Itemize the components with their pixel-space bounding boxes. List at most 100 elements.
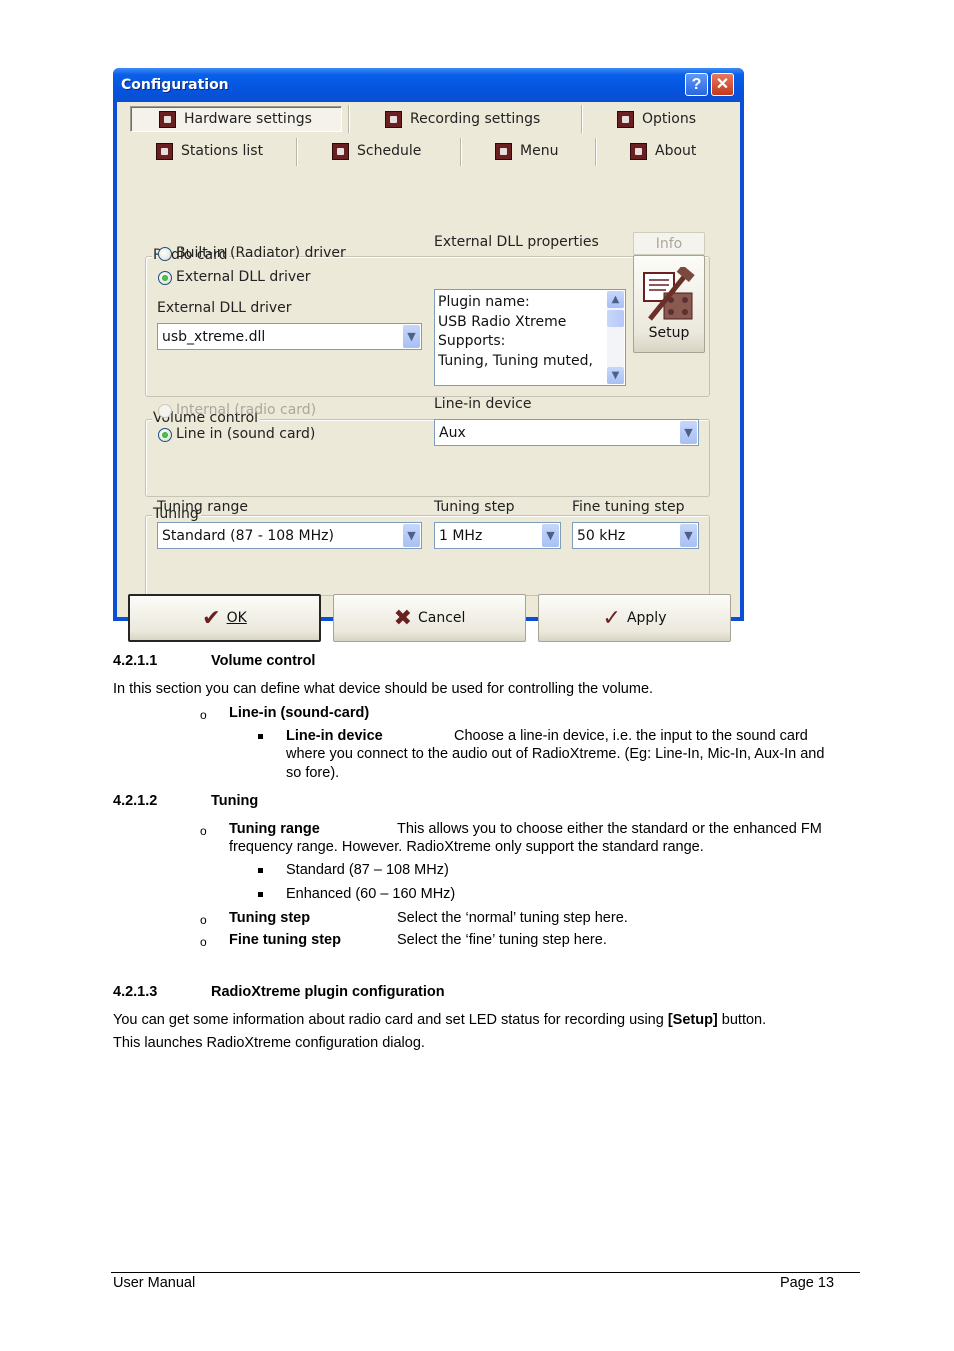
scroll-up-icon[interactable]: ▲ [607, 291, 624, 308]
definition-text: frequency range. However. RadioXtreme on… [229, 839, 704, 855]
scroll-thumb[interactable] [607, 310, 624, 327]
section-number: 4.2.1.3 [113, 984, 158, 1000]
tab-recording-settings[interactable]: Recording settings [385, 106, 540, 132]
line-in-device-select[interactable]: Aux ▼ [434, 419, 699, 446]
checkmark-icon: ✓ [602, 605, 621, 631]
line-in-volume-radio[interactable] [158, 428, 172, 442]
setup-reference: [Setup] [667, 1012, 718, 1028]
footer-divider [111, 1272, 860, 1273]
property-line: USB Radio Xtreme [438, 313, 567, 330]
broadcast-icon [630, 142, 647, 160]
internal-volume-radio[interactable] [158, 404, 172, 418]
tab-label: Recording settings [410, 111, 541, 127]
tab-label: About [655, 143, 697, 159]
title-bar[interactable]: Configuration ? ✕ [113, 68, 744, 102]
help-button[interactable]: ? [685, 73, 708, 96]
section-heading: RadioXtreme plugin configuration [211, 984, 445, 1000]
section-number: 4.2.1.2 [113, 793, 158, 809]
tab-divider [581, 105, 583, 133]
list-item: Standard (87 – 108 MHz) [286, 862, 449, 878]
tuning-range-value: Standard (87 - 108 MHz) [162, 528, 334, 544]
definition-text: This allows you to choose either the sta… [397, 821, 822, 837]
list-item-title: Line-in (sound-card) [229, 705, 370, 721]
tab-about[interactable]: About [630, 138, 696, 164]
computer-icon [617, 110, 634, 128]
checkmark-icon: ✔ [202, 605, 221, 631]
fine-tuning-step-label: Fine tuning step [572, 499, 685, 515]
tuning-step-select[interactable]: 1 MHz ▼ [434, 522, 561, 549]
definition-text: where you connect to the audio out of Ra… [286, 746, 825, 762]
property-line: Supports: [438, 333, 506, 349]
square-bullet-icon [258, 734, 263, 739]
tab-stations-list[interactable]: Stations list [156, 138, 263, 164]
fine-tuning-step-select[interactable]: 50 kHz ▼ [572, 522, 699, 549]
paragraph: You can get some information about radio… [113, 1012, 767, 1028]
square-bullet-icon [258, 892, 263, 897]
menu-icon [495, 142, 512, 160]
page-number: Page 13 [780, 1275, 835, 1291]
term: Tuning step [229, 910, 311, 926]
square-bullet-icon [258, 868, 263, 873]
circle-bullet-icon: o [200, 708, 207, 722]
term: Fine tuning step [229, 932, 341, 948]
tab-label: Stations list [181, 143, 264, 159]
tab-divider [595, 138, 597, 166]
info-button[interactable]: Info [633, 232, 705, 255]
info-button-label: Info [655, 235, 683, 252]
internal-volume-label: Internal (radio card) [176, 402, 317, 418]
paragraph: This launches RadioXtreme configuration … [113, 1035, 425, 1051]
apply-button-label: Apply [626, 610, 667, 626]
footer-left: User Manual [113, 1275, 196, 1291]
tuning-range-label: Tuning range [157, 499, 248, 515]
term: Line-in device [286, 728, 383, 744]
setup-tools-icon [643, 267, 695, 321]
dll-properties-label: External DLL properties [434, 234, 599, 250]
dll-driver-value: usb_xtreme.dll [162, 329, 266, 345]
close-button[interactable]: ✕ [711, 73, 734, 96]
circle-bullet-icon: o [200, 824, 207, 838]
tuning-step-label: Tuning step [434, 499, 515, 515]
chevron-down-icon[interactable]: ▼ [403, 325, 420, 348]
section-number: 4.2.1.1 [113, 653, 158, 669]
tab-label: Menu [520, 143, 559, 159]
tab-menu[interactable]: Menu [495, 138, 558, 164]
scroll-down-icon[interactable]: ▼ [607, 367, 624, 384]
tab-hardware-settings[interactable]: Hardware settings [130, 106, 342, 132]
record-icon [385, 110, 402, 128]
dialog-title: Configuration [121, 77, 229, 93]
section-heading: Volume control [211, 653, 316, 669]
chevron-down-icon[interactable]: ▼ [680, 421, 697, 444]
definition-text: Select the ‘normal’ tuning step here. [397, 910, 628, 926]
definition-text: Choose a line-in device, i.e. the input … [454, 728, 808, 744]
dll-properties-textbox[interactable]: Plugin name: USB Radio Xtreme Supports: … [434, 289, 626, 386]
configuration-dialog: Configuration ? ✕ Hardware settings Reco… [113, 68, 744, 642]
cancel-button[interactable]: ✖ Cancel [333, 594, 526, 642]
x-mark-icon: ✖ [393, 605, 412, 631]
property-line: Tuning, Tuning muted, [438, 352, 593, 369]
fine-tuning-step-value: 50 kHz [577, 528, 626, 544]
tab-label: Hardware settings [184, 111, 312, 127]
chevron-down-icon[interactable]: ▼ [403, 524, 420, 547]
circle-bullet-icon: o [200, 935, 207, 949]
tab-divider [348, 105, 350, 133]
waveform-icon [156, 142, 173, 160]
external-dll-radio[interactable] [158, 271, 172, 285]
apply-button[interactable]: ✓ Apply [538, 594, 731, 642]
definition-text: Select the ‘fine’ tuning step here. [397, 932, 607, 948]
tab-options[interactable]: Options [617, 106, 696, 132]
tuning-step-value: 1 MHz [439, 528, 483, 544]
term: Tuning range [229, 821, 320, 837]
builtin-driver-radio[interactable] [158, 247, 172, 261]
vertical-scrollbar[interactable]: ▲ ▼ [607, 291, 624, 384]
dll-driver-label: External DLL driver [157, 300, 292, 316]
chevron-down-icon[interactable]: ▼ [542, 524, 559, 547]
dll-driver-select[interactable]: usb_xtreme.dll ▼ [157, 323, 422, 350]
builtin-driver-label: Built-in (Radiator) driver [176, 245, 346, 261]
definition-text: so fore). [286, 765, 340, 781]
setup-button[interactable]: Setup [633, 255, 705, 353]
chevron-down-icon[interactable]: ▼ [680, 524, 697, 547]
tuning-range-select[interactable]: Standard (87 - 108 MHz) ▼ [157, 522, 422, 549]
ok-button[interactable]: ✔ OK [128, 594, 321, 642]
tab-schedule[interactable]: Schedule [332, 138, 421, 164]
tab-divider [460, 138, 462, 166]
